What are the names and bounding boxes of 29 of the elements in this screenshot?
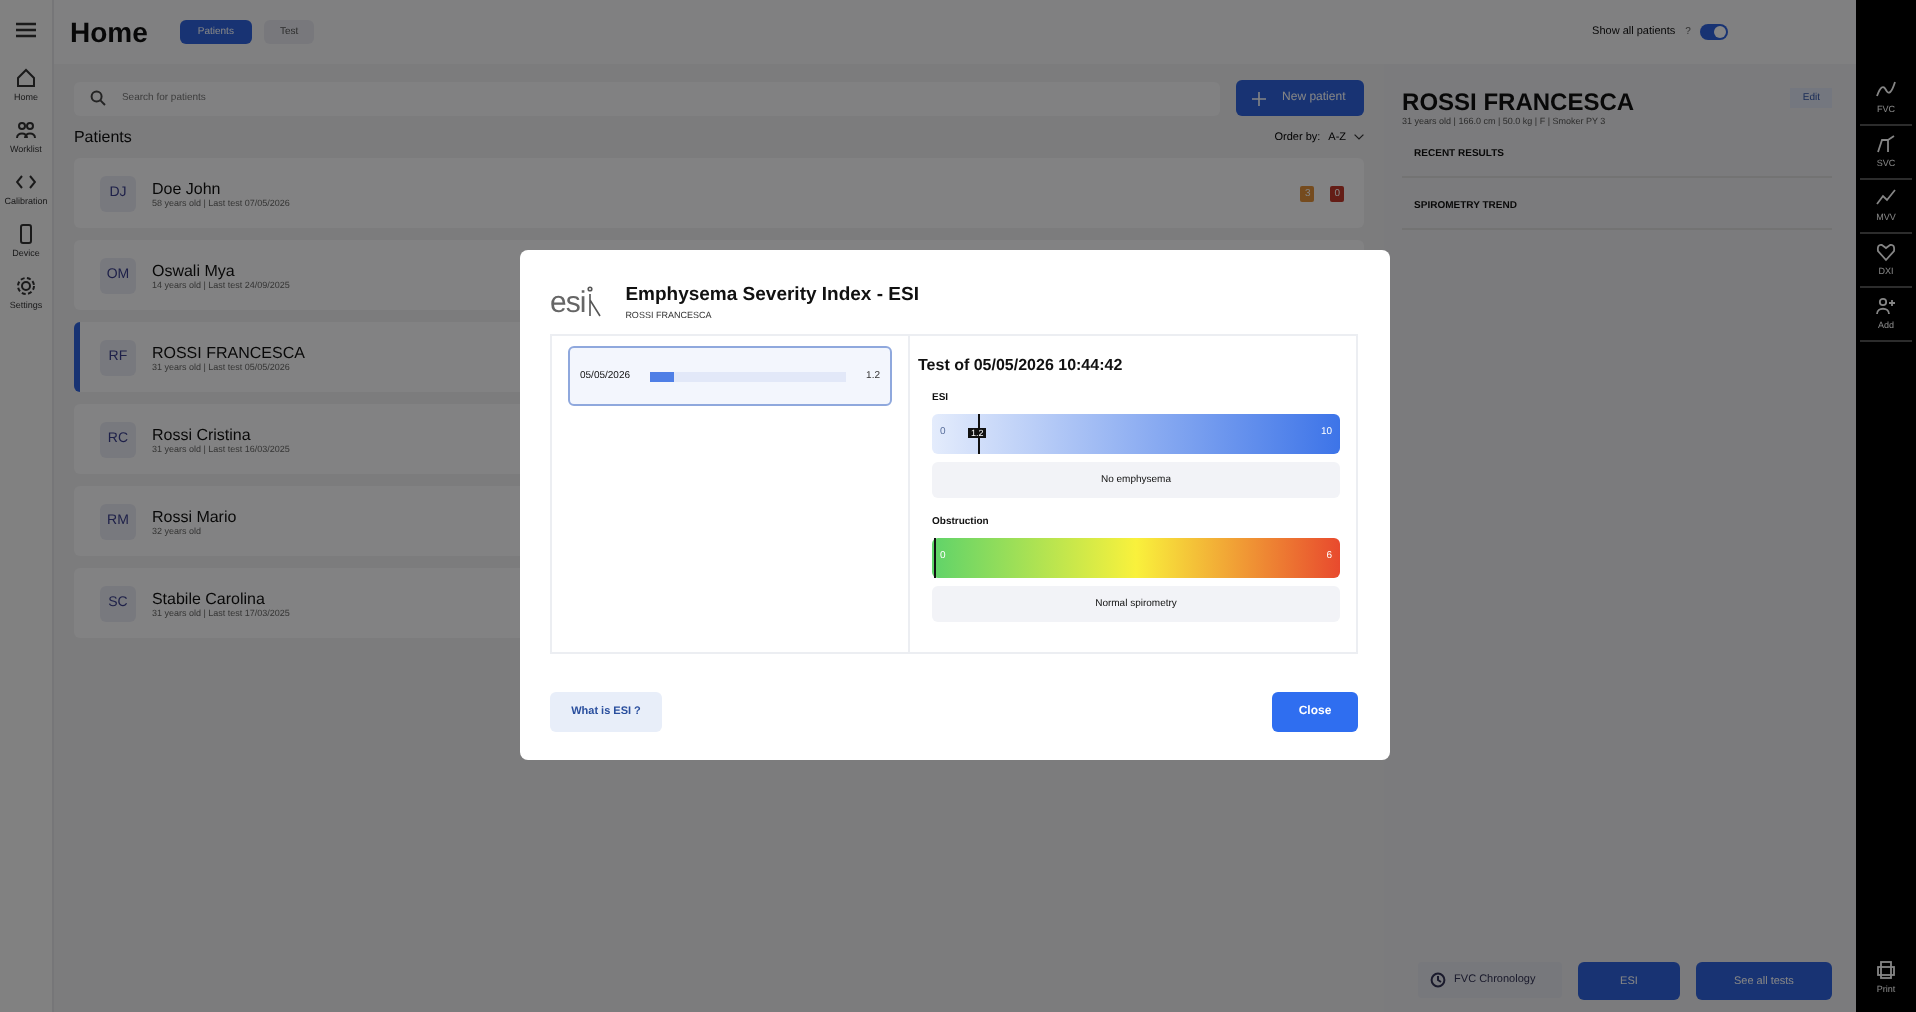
plus-icon [1252, 91, 1267, 105]
toggle-switch[interactable] [1700, 24, 1729, 40]
patient-name: Stabile Carolina [151, 589, 265, 607]
chevron-down-icon [1354, 134, 1365, 140]
dialog-title: Emphysema Severity Index - ESI [625, 284, 919, 306]
section-title: Patients [73, 128, 132, 146]
patient-name: ROSSI FRANCESCA [1402, 88, 1635, 116]
patient-name: Oswali Mya [151, 261, 235, 279]
wave-icon [1876, 80, 1897, 100]
settings-icon [15, 276, 36, 296]
esi-logo: esi [550, 285, 602, 319]
search-icon [89, 90, 106, 106]
home-icon [15, 68, 36, 88]
phone-icon [15, 224, 36, 244]
line-chart-icon [1876, 188, 1897, 208]
patient-name: Rossi Mario [151, 507, 237, 525]
patient-name: Doe John [151, 179, 221, 197]
history-icon [1430, 972, 1447, 988]
code-icon [15, 172, 36, 192]
print-icon [1876, 960, 1897, 980]
patient-name: ROSSI FRANCESCA [151, 343, 305, 361]
menu-icon[interactable] [15, 22, 36, 38]
test-title: Test of 05/05/2026 10:44:42 [918, 356, 1125, 374]
step-chart-icon [1876, 134, 1897, 154]
patient-name: Rossi Cristina [151, 425, 251, 443]
add-person-icon [1876, 296, 1897, 316]
page-title: Home [69, 16, 148, 48]
heart-icon [1876, 242, 1897, 262]
people-icon [15, 120, 36, 140]
